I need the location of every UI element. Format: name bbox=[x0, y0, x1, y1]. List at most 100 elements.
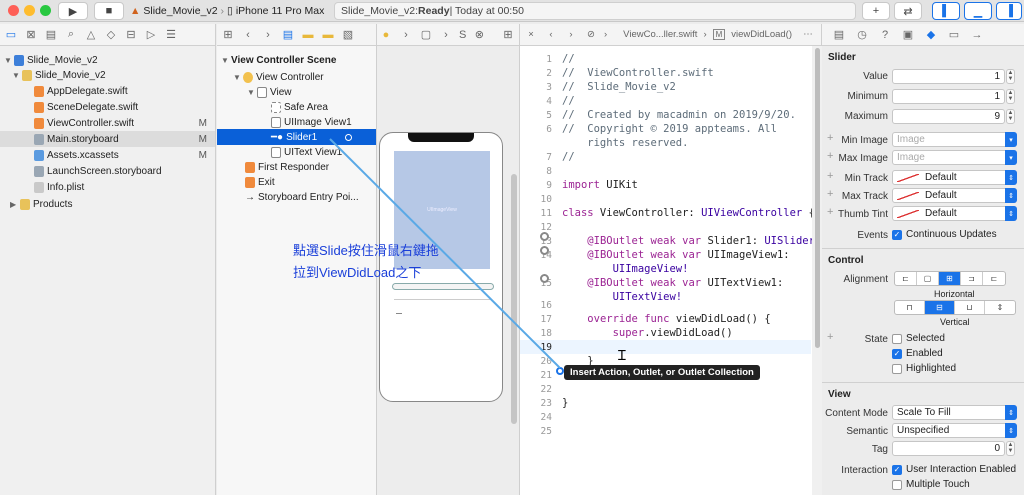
file-icon[interactable]: ▤ bbox=[281, 28, 295, 42]
canvas-scrollbar[interactable] bbox=[511, 174, 517, 424]
code-review-button[interactable]: ⇄ bbox=[894, 2, 922, 20]
chevron-right-icon[interactable]: › bbox=[261, 28, 275, 42]
semantic-select[interactable]: Unspecified ⇕ bbox=[892, 423, 1017, 438]
list-item[interactable]: Main.storyboard M bbox=[0, 131, 215, 147]
code-line[interactable]: rights reserved. bbox=[562, 137, 688, 149]
size-icon[interactable]: ▭ bbox=[947, 28, 961, 42]
source-control-icon[interactable]: ⊠ bbox=[24, 28, 38, 42]
close-window-button[interactable] bbox=[8, 5, 19, 16]
align-right-icon[interactable]: ⊐ bbox=[961, 272, 983, 285]
code-line[interactable]: override func viewDidLoad() { bbox=[562, 313, 770, 325]
scene-header[interactable]: ▼ View Controller Scene bbox=[217, 52, 376, 68]
tag-field[interactable]: 0 bbox=[892, 441, 1005, 456]
connections-icon[interactable]: → bbox=[970, 28, 984, 42]
search-icon[interactable]: ⌕ bbox=[64, 28, 78, 42]
code-line[interactable]: UITextView! bbox=[562, 291, 683, 303]
maximum-field[interactable]: 9 bbox=[892, 109, 1005, 124]
multiple-touch-checkbox[interactable]: Multiple Touch bbox=[892, 479, 970, 490]
vertical-alignment-control[interactable]: ⊓ ⊟ ⊔ ⇕ bbox=[894, 300, 1016, 315]
debug-icon[interactable]: ⊟ bbox=[124, 28, 138, 42]
circle-icon[interactable]: ● bbox=[379, 28, 393, 42]
view-icon[interactable]: ▢ bbox=[419, 28, 433, 42]
list-item[interactable]: LaunchScreen.storyboard bbox=[0, 163, 215, 179]
outline-item-safe-area[interactable]: Safe Area bbox=[217, 99, 376, 115]
library-button[interactable]: + bbox=[862, 2, 890, 20]
toggle-navigator-button[interactable]: ▌ bbox=[932, 2, 960, 20]
zoom-window-button[interactable] bbox=[40, 5, 51, 16]
align-middle-icon[interactable]: ⊟ bbox=[925, 301, 955, 314]
test-icon[interactable]: ◇ bbox=[104, 28, 118, 42]
code-line[interactable]: // ViewController.swift bbox=[562, 67, 714, 79]
toggle-inspector-button[interactable]: ▐ bbox=[996, 2, 1022, 20]
minimum-stepper[interactable]: ▲ ▼ bbox=[1006, 89, 1015, 104]
link-icon[interactable]: ⊗ bbox=[472, 28, 486, 42]
jump-symbol[interactable]: viewDidLoad() bbox=[731, 29, 792, 40]
enabled-checkbox[interactable]: ✓ Enabled bbox=[892, 348, 943, 359]
close-icon[interactable]: × bbox=[524, 28, 538, 42]
horizontal-alignment-control[interactable]: ⊏ ▢ ⊞ ⊐ ⊏ bbox=[894, 271, 1006, 286]
grid-icon[interactable]: ⊞ bbox=[221, 28, 235, 42]
code-line[interactable]: // Slide_Movie_v2 bbox=[562, 81, 676, 93]
more-icon[interactable]: ⋯ bbox=[801, 28, 815, 42]
identity-icon[interactable]: ▣ bbox=[901, 28, 915, 42]
folder-icon[interactable]: ▬ bbox=[301, 28, 315, 42]
tag-stepper[interactable]: ▲ ▼ bbox=[1006, 441, 1015, 456]
history-icon[interactable]: ◷ bbox=[855, 28, 869, 42]
breakpoint-icon[interactable]: ▷ bbox=[144, 28, 158, 42]
list-item[interactable]: AppDelegate.swift bbox=[0, 83, 215, 99]
align-leading-icon[interactable]: ⊏ bbox=[983, 272, 1005, 285]
file-inspector-icon[interactable]: ▤ bbox=[832, 28, 846, 42]
code-line[interactable]: // bbox=[562, 151, 575, 163]
min-track-select[interactable]: Default ⇕ bbox=[892, 170, 1017, 185]
stop-button[interactable]: ■ bbox=[94, 2, 124, 20]
code-line[interactable]: @IBOutlet weak var UITextView1: bbox=[562, 277, 783, 289]
outline-item-entry-point[interactable]: → Storyboard Entry Poi... bbox=[217, 189, 376, 205]
attributes-icon[interactable]: ◆ bbox=[924, 28, 938, 42]
outlet-connected-icon[interactable] bbox=[540, 232, 549, 241]
chevron-left-icon[interactable]: ‹ bbox=[241, 28, 255, 42]
outline-item-text-view[interactable]: UIText View1 bbox=[217, 144, 376, 160]
user-interaction-checkbox[interactable]: ✓ User Interaction Enabled bbox=[892, 464, 1016, 475]
chevron-right-icon[interactable]: › bbox=[564, 28, 578, 42]
text-view-line[interactable] bbox=[394, 299, 490, 300]
outline-item-first-responder[interactable]: First Responder bbox=[217, 159, 376, 175]
align-fill-icon[interactable]: ⊞ bbox=[939, 272, 961, 285]
outline-item-image-view[interactable]: UIImage View1 bbox=[217, 114, 376, 130]
folder-icon[interactable]: ▬ bbox=[321, 28, 335, 42]
continuous-updates-checkbox[interactable]: ✓ Continuous Updates bbox=[892, 229, 997, 240]
code-line[interactable]: UIImageView! bbox=[562, 263, 689, 275]
align-top-icon[interactable]: ⊓ bbox=[895, 301, 925, 314]
code-line[interactable]: class ViewController: UIViewController { bbox=[562, 207, 815, 219]
list-item[interactable]: Info.plist bbox=[0, 179, 215, 195]
code-line[interactable]: super.viewDidLoad() bbox=[562, 327, 733, 339]
code-line[interactable]: // bbox=[562, 53, 575, 65]
help-icon[interactable]: ? bbox=[878, 28, 892, 42]
code-line[interactable]: @IBOutlet weak var Slider1: UISlider! bbox=[562, 235, 821, 247]
align-left-icon[interactable]: ⊏ bbox=[895, 272, 917, 285]
editor-scrollbar[interactable] bbox=[812, 46, 822, 495]
products-folder[interactable]: ▶ Products bbox=[0, 196, 215, 212]
warning-icon[interactable]: △ bbox=[84, 28, 98, 42]
run-button[interactable]: ▶ bbox=[58, 2, 88, 20]
scroll-thumb[interactable] bbox=[814, 48, 820, 348]
folder-icon[interactable]: ▭ bbox=[4, 28, 18, 42]
code-line[interactable]: } bbox=[562, 397, 568, 409]
code-line[interactable]: // bbox=[562, 95, 575, 107]
list-item[interactable]: SceneDelegate.swift bbox=[0, 99, 215, 115]
minimum-field[interactable]: 1 bbox=[892, 89, 1005, 104]
breadcrumb-tail[interactable]: S bbox=[459, 29, 466, 41]
value-stepper[interactable]: ▲ ▼ bbox=[1006, 69, 1015, 84]
align-bottom-icon[interactable]: ⊔ bbox=[955, 301, 985, 314]
outlet-connected-icon[interactable] bbox=[540, 274, 549, 283]
minimize-window-button[interactable] bbox=[24, 5, 35, 16]
maximum-stepper[interactable]: ▲ ▼ bbox=[1006, 109, 1015, 124]
list-item[interactable]: ViewController.swift M bbox=[0, 115, 215, 131]
highlighted-checkbox[interactable]: Highlighted bbox=[892, 363, 956, 374]
align-fill-vertical-icon[interactable]: ⇕ bbox=[985, 301, 1015, 314]
selected-checkbox[interactable]: Selected bbox=[892, 333, 945, 344]
group-folder[interactable]: ▼ Slide_Movie_v2 bbox=[0, 67, 215, 83]
align-center-icon[interactable]: ▢ bbox=[917, 272, 939, 285]
jump-file[interactable]: ViewCo...ller.swift bbox=[623, 29, 697, 40]
content-mode-select[interactable]: Scale To Fill ⇕ bbox=[892, 405, 1017, 420]
slider-control[interactable] bbox=[392, 283, 494, 290]
